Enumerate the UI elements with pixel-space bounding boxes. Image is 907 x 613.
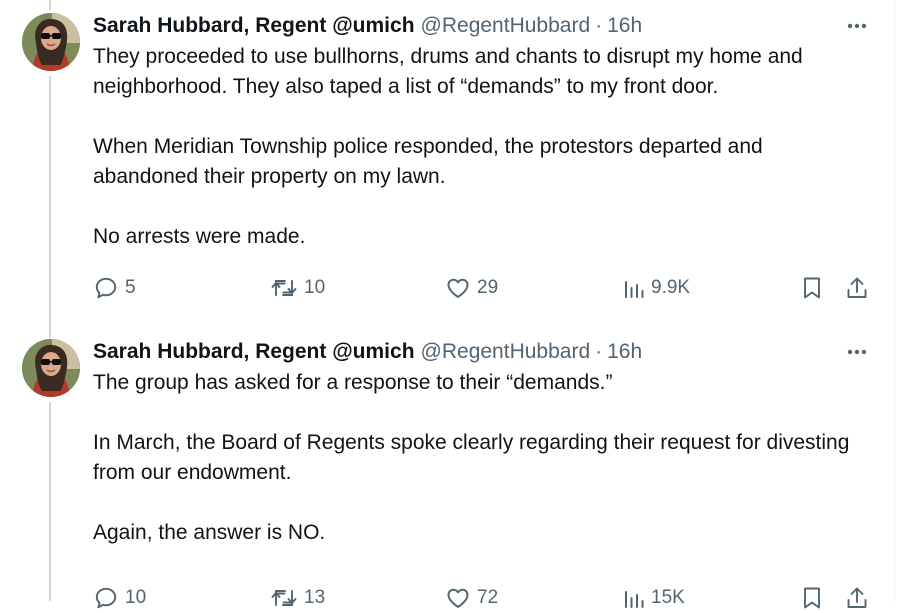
author-name[interactable]: Sarah Hubbard, Regent @umich bbox=[93, 340, 415, 364]
retweet-icon bbox=[270, 585, 298, 611]
heart-icon bbox=[445, 275, 471, 301]
author-name[interactable]: Sarah Hubbard, Regent @umich bbox=[93, 14, 415, 38]
thread-line bbox=[49, 0, 51, 10]
separator: · bbox=[595, 14, 603, 37]
tweet[interactable]: Sarah Hubbard, Regent @umich @RegentHubb… bbox=[0, 322, 895, 609]
separator: · bbox=[595, 340, 603, 363]
tweet-text: The group has asked for a response to th… bbox=[93, 368, 863, 548]
like-button[interactable]: 72 bbox=[445, 583, 498, 613]
views-count: 9.9K bbox=[651, 277, 691, 298]
author-handle[interactable]: @RegentHubbard bbox=[421, 14, 591, 38]
tweet-header: Sarah Hubbard, Regent @umich @RegentHubb… bbox=[93, 12, 895, 40]
views-icon bbox=[623, 586, 645, 610]
thread-line bbox=[49, 76, 51, 322]
action-bar: 10 13 72 15K bbox=[93, 583, 895, 613]
tweet-paragraph: When Meridian Township police responded,… bbox=[93, 135, 763, 188]
bookmark-button[interactable] bbox=[800, 583, 824, 613]
tweet-paragraph: They proceeded to use bullhorns, drums a… bbox=[93, 45, 803, 98]
bookmark-icon bbox=[800, 275, 824, 301]
heart-icon bbox=[445, 585, 471, 611]
views-icon bbox=[623, 276, 645, 300]
avatar[interactable] bbox=[22, 339, 80, 397]
tweet-header: Sarah Hubbard, Regent @umich @RegentHubb… bbox=[93, 338, 895, 366]
share-button[interactable] bbox=[845, 273, 869, 303]
more-icon[interactable] bbox=[845, 14, 869, 38]
views-button[interactable]: 15K bbox=[623, 583, 685, 613]
tweet[interactable]: Sarah Hubbard, Regent @umich @RegentHubb… bbox=[0, 0, 895, 322]
reply-count: 10 bbox=[125, 587, 147, 608]
share-icon bbox=[845, 585, 869, 611]
retweet-button[interactable]: 13 bbox=[270, 583, 325, 613]
bookmark-icon bbox=[800, 585, 824, 611]
views-button[interactable]: 9.9K bbox=[623, 273, 690, 303]
views-count: 15K bbox=[651, 587, 685, 608]
retweet-button[interactable]: 10 bbox=[270, 273, 325, 303]
reply-icon bbox=[93, 585, 119, 611]
thread-line bbox=[49, 322, 51, 338]
tweet-text: They proceeded to use bullhorns, drums a… bbox=[93, 42, 863, 252]
retweet-count: 10 bbox=[304, 277, 326, 298]
timestamp[interactable]: 16h bbox=[607, 340, 642, 364]
retweet-icon bbox=[270, 275, 298, 301]
avatar[interactable] bbox=[22, 13, 80, 71]
like-button[interactable]: 29 bbox=[445, 273, 498, 303]
like-count: 29 bbox=[477, 277, 499, 298]
reply-count: 5 bbox=[125, 277, 136, 298]
reply-button[interactable]: 10 bbox=[93, 583, 146, 613]
like-count: 72 bbox=[477, 587, 499, 608]
bookmark-button[interactable] bbox=[800, 273, 824, 303]
author-handle[interactable]: @RegentHubbard bbox=[421, 340, 591, 364]
thread-line bbox=[49, 402, 51, 601]
tweet-paragraph: The group has asked for a response to th… bbox=[93, 371, 613, 394]
reply-icon bbox=[93, 275, 119, 301]
share-button[interactable] bbox=[845, 583, 869, 613]
action-bar: 5 10 29 9.9K bbox=[93, 273, 895, 303]
more-icon[interactable] bbox=[845, 340, 869, 364]
share-icon bbox=[845, 275, 869, 301]
tweet-paragraph: Again, the answer is NO. bbox=[93, 521, 326, 544]
timestamp[interactable]: 16h bbox=[607, 14, 642, 38]
tweet-paragraph: In March, the Board of Regents spoke cle… bbox=[93, 431, 850, 484]
reply-button[interactable]: 5 bbox=[93, 273, 136, 303]
tweet-paragraph: No arrests were made. bbox=[93, 225, 306, 248]
retweet-count: 13 bbox=[304, 587, 326, 608]
